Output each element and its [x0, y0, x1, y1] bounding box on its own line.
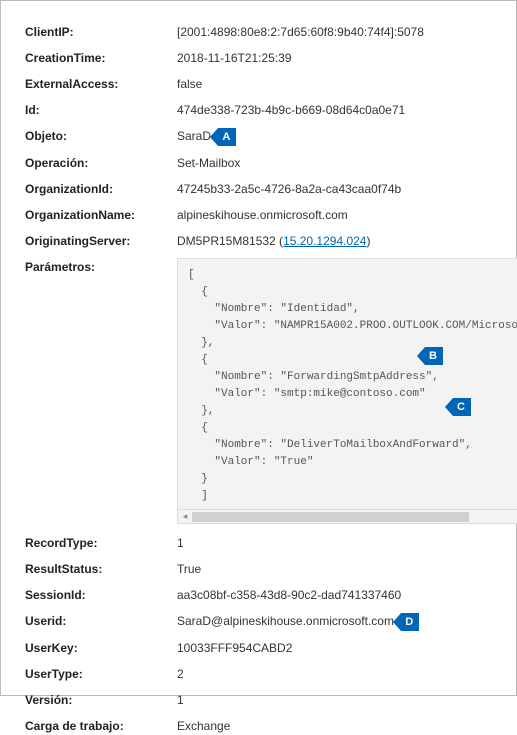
callout-badge-c: C — [453, 398, 471, 416]
row-carga: Carga de trabajo: Exchange — [25, 717, 492, 735]
row-objeto: Objeto: SaraD A — [25, 127, 492, 146]
label-version: Versión: — [25, 691, 177, 709]
value-objeto: SaraD A — [177, 127, 492, 146]
row-sessionid: SessionId: aa3c08bf-c358-43d8-90c2-dad74… — [25, 586, 492, 604]
label-clientip: ClientIP: — [25, 23, 177, 41]
row-userkey: UserKey: 10033FFF954CABD2 — [25, 639, 492, 657]
label-originatingserver: OriginatingServer: — [25, 232, 177, 250]
row-organizationid: OrganizationId: 47245b33-2a5c-4726-8a2a-… — [25, 180, 492, 198]
callout-badge-d: D — [401, 613, 419, 631]
parameters-codebox: [ { "Nombre": "Identidad", "Valor": "NAM… — [177, 258, 517, 511]
row-resultstatus: ResultStatus: True — [25, 560, 492, 578]
label-externalaccess: ExternalAccess: — [25, 75, 177, 93]
row-version: Versión: 1 — [25, 691, 492, 709]
row-clientip: ClientIP: [2001:4898:80e8:2:7d65:60f8:9b… — [25, 23, 492, 41]
scroll-track[interactable] — [192, 510, 517, 523]
label-usertype: UserType: — [25, 665, 177, 683]
originatingserver-link[interactable]: 15.20.1294.024 — [283, 234, 366, 248]
scroll-thumb[interactable] — [192, 512, 469, 522]
value-carga: Exchange — [177, 717, 492, 735]
label-carga: Carga de trabajo: — [25, 717, 177, 735]
row-id: Id: 474de338-723b-4b9c-b669-08d64c0a0e71 — [25, 101, 492, 119]
value-usertype: 2 — [177, 665, 492, 683]
value-userid: SaraD@alpineskihouse.onmicrosoft.com D — [177, 612, 492, 631]
value-userid-text: SaraD@alpineskihouse.onmicrosoft.com — [177, 614, 394, 628]
label-recordtype: RecordType: — [25, 534, 177, 552]
value-objeto-text: SaraD — [177, 129, 211, 143]
callout-badge-b: B — [425, 347, 443, 365]
row-organizationname: OrganizationName: alpineskihouse.onmicro… — [25, 206, 492, 224]
label-operacion: Operación: — [25, 154, 177, 172]
row-parametros: Parámetros: [ { "Nombre": "Identidad", "… — [25, 258, 492, 525]
row-recordtype: RecordType: 1 — [25, 534, 492, 552]
row-creationtime: CreationTime: 2018-11-16T21:25:39 — [25, 49, 492, 67]
label-resultstatus: ResultStatus: — [25, 560, 177, 578]
value-resultstatus: True — [177, 560, 492, 578]
value-operacion: Set-Mailbox — [177, 154, 492, 172]
label-organizationname: OrganizationName: — [25, 206, 177, 224]
row-operacion: Operación: Set-Mailbox — [25, 154, 492, 172]
value-userkey: 10033FFF954CABD2 — [177, 639, 492, 657]
value-organizationname: alpineskihouse.onmicrosoft.com — [177, 206, 492, 224]
label-objeto: Objeto: — [25, 127, 177, 145]
value-recordtype: 1 — [177, 534, 492, 552]
row-usertype: UserType: 2 — [25, 665, 492, 683]
value-clientip: [2001:4898:80e8:2:7d65:60f8:9b40:74f4]:5… — [177, 23, 492, 41]
details-panel: ClientIP: [2001:4898:80e8:2:7d65:60f8:9b… — [0, 0, 517, 696]
originatingserver-prefix: DM5PR15M81532 ( — [177, 234, 283, 248]
label-userid: Userid: — [25, 612, 177, 630]
row-userid: Userid: SaraD@alpineskihouse.onmicrosoft… — [25, 612, 492, 631]
value-organizationid: 47245b33-2a5c-4726-8a2a-ca43caa0f74b — [177, 180, 492, 198]
row-originatingserver: OriginatingServer: DM5PR15M81532 (15.20.… — [25, 232, 492, 250]
originatingserver-suffix: ) — [366, 234, 370, 248]
row-externalaccess: ExternalAccess: false — [25, 75, 492, 93]
label-userkey: UserKey: — [25, 639, 177, 657]
value-externalaccess: false — [177, 75, 492, 93]
value-creationtime: 2018-11-16T21:25:39 — [177, 49, 492, 67]
label-id: Id: — [25, 101, 177, 119]
parameters-codebox-wrap: [ { "Nombre": "Identidad", "Valor": "NAM… — [177, 258, 517, 525]
callout-badge-a: A — [218, 128, 236, 146]
codebox-scrollbar[interactable]: ◂ ▸ — [177, 510, 517, 524]
label-creationtime: CreationTime: — [25, 49, 177, 67]
value-sessionid: aa3c08bf-c358-43d8-90c2-dad741337460 — [177, 586, 492, 604]
label-parametros: Parámetros: — [25, 258, 177, 276]
value-id: 474de338-723b-4b9c-b669-08d64c0a0e71 — [177, 101, 492, 119]
value-version: 1 — [177, 691, 492, 709]
label-organizationid: OrganizationId: — [25, 180, 177, 198]
value-originatingserver: DM5PR15M81532 (15.20.1294.024) — [177, 232, 492, 250]
scroll-left-arrow-icon[interactable]: ◂ — [178, 510, 192, 524]
label-sessionid: SessionId: — [25, 586, 177, 604]
